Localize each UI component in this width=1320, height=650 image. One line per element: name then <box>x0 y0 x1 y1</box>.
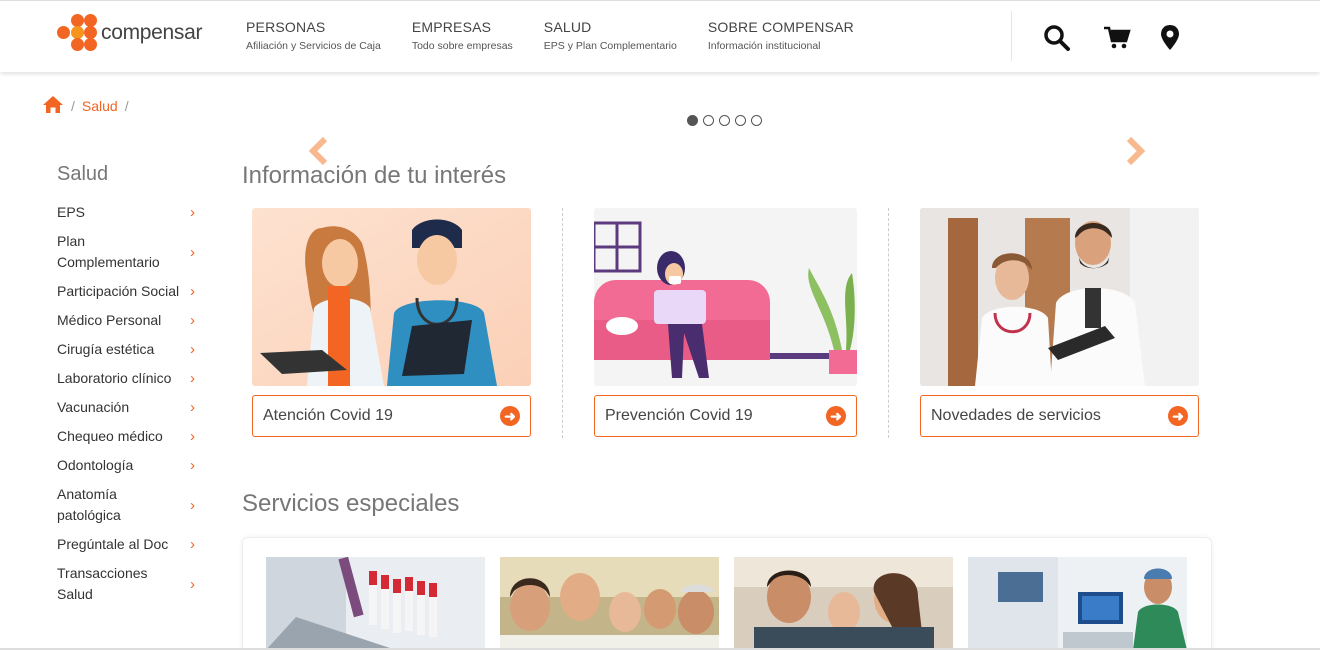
logo-mark-icon <box>57 14 99 52</box>
card-divider <box>562 208 563 438</box>
info-card-prevencion-covid: Prevención Covid 19 ➜ <box>594 208 857 437</box>
chevron-right-icon: › <box>190 204 195 221</box>
chevron-right-icon: › <box>190 428 195 445</box>
nav-title: SALUD <box>543 19 592 35</box>
card-divider <box>888 208 889 438</box>
card-label: Prevención Covid 19 <box>605 407 753 424</box>
carousel-next-arrow-icon[interactable] <box>1124 136 1148 166</box>
home-covid-illustration[interactable] <box>594 208 857 386</box>
sidebar-title: Salud <box>57 163 109 185</box>
service-family-photo[interactable] <box>500 557 719 650</box>
doctors-illustration[interactable] <box>252 208 531 386</box>
prevencion-covid-button[interactable]: Prevención Covid 19 ➜ <box>594 395 857 437</box>
carousel-dot[interactable] <box>703 115 714 126</box>
compensar-logo[interactable]: compensar <box>57 13 207 53</box>
nav-title: SOBRE COMPENSAR <box>707 19 854 35</box>
nav-subtitle: EPS y Plan Complementario <box>543 40 677 52</box>
nav-personas[interactable]: PERSONAS Afiliación y Servicios de Caja <box>246 19 381 52</box>
service-laboratory-photo[interactable] <box>266 557 485 650</box>
sidebar-menu: EPS › Plan Complementario › Participación … <box>57 198 200 609</box>
sidebar-item-label: EPS <box>57 204 86 220</box>
sidebar-item-label: Pregúntale al Doc <box>57 536 169 552</box>
chevron-right-icon: › <box>190 399 195 416</box>
breadcrumb-salud[interactable]: Salud <box>82 98 118 114</box>
chevron-right-icon: › <box>190 457 195 474</box>
cart-icon[interactable] <box>1102 23 1132 53</box>
home-icon[interactable] <box>42 95 64 117</box>
sidebar-item-medico-personal[interactable]: Médico Personal › <box>57 306 200 335</box>
sidebar-item-odontologia[interactable]: Odontología › <box>57 451 200 480</box>
chevron-right-icon: › <box>190 283 195 300</box>
chevron-right-icon: › <box>190 370 195 387</box>
chevron-right-icon: › <box>190 536 195 553</box>
breadcrumb: / Salud / <box>42 95 136 117</box>
arrow-right-circle-icon: ➜ <box>1168 406 1188 426</box>
sidebar-item-participacion-social[interactable]: Participación Social › <box>57 277 200 306</box>
nav-title: PERSONAS <box>246 19 326 35</box>
search-icon[interactable] <box>1042 23 1072 53</box>
nav-subtitle: Información institucional <box>707 40 821 52</box>
logo-text: compensar <box>101 21 203 44</box>
carousel-dot[interactable] <box>751 115 762 126</box>
arrow-right-circle-icon: ➜ <box>826 406 846 426</box>
sidebar-item-preguntale-al-doc[interactable]: Pregúntale al Doc › <box>57 530 200 559</box>
carousel-dot[interactable] <box>719 115 730 126</box>
sidebar-item-eps[interactable]: EPS › <box>57 198 200 227</box>
service-medical-imaging-photo[interactable] <box>968 557 1187 650</box>
chevron-right-icon: › <box>190 341 195 358</box>
section-title-services: Servicios especiales <box>242 490 460 517</box>
breadcrumb-separator: / <box>71 98 75 114</box>
sidebar-item-chequeo-medico[interactable]: Chequeo médico › <box>57 422 200 451</box>
main-nav: PERSONAS Afiliación y Servicios de Caja … <box>246 19 885 52</box>
sidebar-item-label: Chequeo médico <box>57 428 163 444</box>
chevron-right-icon: › <box>190 496 195 514</box>
sidebar-item-transacciones-salud[interactable]: Transacciones Salud › <box>57 559 200 609</box>
chevron-right-icon: › <box>190 243 195 261</box>
sidebar-item-plan-complementario[interactable]: Plan Complementario › <box>57 227 200 277</box>
info-card-novedades: Novedades de servicios ➜ <box>920 208 1199 437</box>
sidebar-item-label: Vacunación <box>57 399 130 415</box>
sidebar-item-label: Participación Social <box>57 283 180 299</box>
nav-subtitle: Todo sobre empresas <box>411 40 513 52</box>
service-parents-child-photo[interactable] <box>734 557 953 650</box>
carousel-indicators <box>687 115 767 126</box>
nav-salud[interactable]: SALUD EPS y Plan Complementario <box>544 19 677 52</box>
sidebar-item-label: Transacciones Salud <box>57 565 148 602</box>
chevron-right-icon: › <box>190 575 195 593</box>
sidebar-item-anatomia-patologica[interactable]: Anatomía patológica › <box>57 480 200 530</box>
sidebar-item-label: Laboratorio clínico <box>57 370 172 386</box>
sidebar-item-cirugia-estetica[interactable]: Cirugía estética › <box>57 335 200 364</box>
sidebar-item-laboratorio-clinico[interactable]: Laboratorio clínico › <box>57 364 200 393</box>
section-title-info: Información de tu interés <box>242 162 507 189</box>
carousel-dot[interactable] <box>687 115 698 126</box>
nav-title: EMPRESAS <box>411 19 492 35</box>
sidebar-item-label: Anatomía patológica <box>57 486 121 523</box>
atencion-covid-button[interactable]: Atención Covid 19 ➜ <box>252 395 531 437</box>
site-header: compensar PERSONAS Afiliación y Servicio… <box>0 0 1320 72</box>
arrow-right-circle-icon: ➜ <box>500 406 520 426</box>
nav-sobre-compensar[interactable]: SOBRE COMPENSAR Información instituciona… <box>708 19 854 52</box>
chevron-right-icon: › <box>190 312 195 329</box>
card-label: Novedades de servicios <box>931 407 1101 424</box>
sidebar-item-vacunacion[interactable]: Vacunación › <box>57 393 200 422</box>
carousel-dot[interactable] <box>735 115 746 126</box>
sidebar-item-label: Odontología <box>57 457 134 473</box>
doctors-photo[interactable] <box>920 208 1199 386</box>
card-label: Atención Covid 19 <box>263 407 393 424</box>
sidebar-item-label: Médico Personal <box>57 312 162 328</box>
novedades-servicios-button[interactable]: Novedades de servicios ➜ <box>920 395 1199 437</box>
nav-divider <box>1011 11 1012 61</box>
sidebar-item-label: Plan Complementario <box>57 233 160 270</box>
nav-empresas[interactable]: EMPRESAS Todo sobre empresas <box>412 19 513 52</box>
info-card-atencion-covid: Atención Covid 19 ➜ <box>252 208 531 437</box>
location-pin-icon[interactable] <box>1157 23 1187 53</box>
nav-subtitle: Afiliación y Servicios de Caja <box>246 40 381 52</box>
breadcrumb-separator: / <box>124 98 129 114</box>
sidebar-item-label: Cirugía estética <box>57 341 155 357</box>
